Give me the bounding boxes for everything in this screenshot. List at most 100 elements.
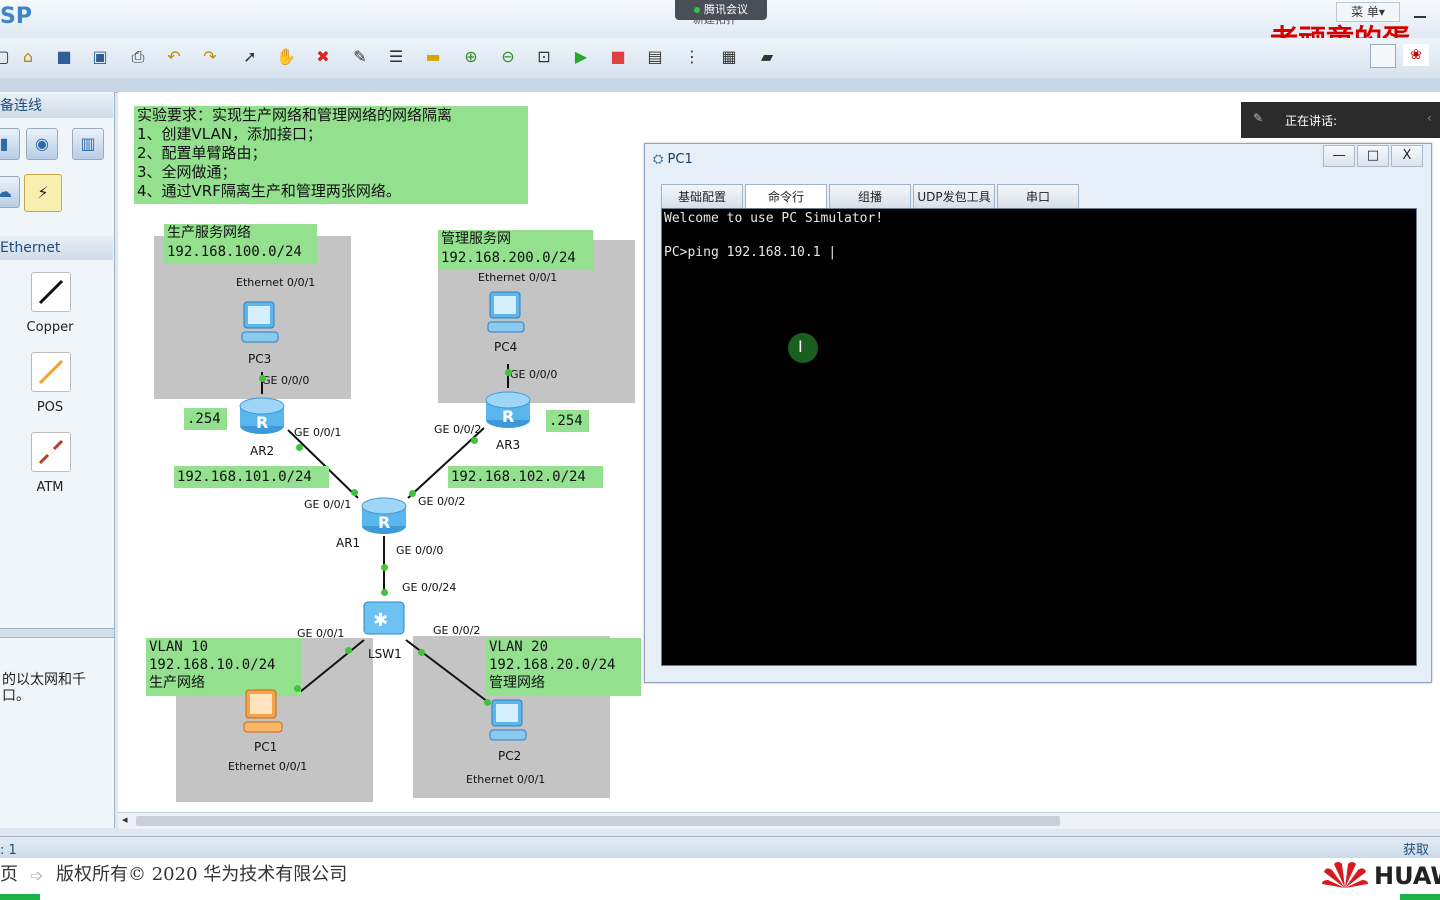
ar2-router-icon[interactable]: R bbox=[238, 394, 286, 436]
port-dot bbox=[484, 699, 491, 706]
tab-basic-config[interactable]: 基础配置 bbox=[661, 184, 743, 210]
atm-cable-icon[interactable] bbox=[31, 432, 71, 472]
footer-home-link[interactable]: 页 bbox=[0, 860, 18, 886]
requirement-item: 1、创建VLAN，添加接口； bbox=[137, 125, 322, 143]
pointer-icon[interactable]: ➚ bbox=[240, 47, 260, 67]
ar2-ge000-label: GE 0/0/0 bbox=[262, 374, 310, 387]
device-icon[interactable]: ▮ bbox=[0, 128, 20, 160]
pc2-port-label: Ethernet 0/0/1 bbox=[466, 773, 546, 786]
stop-icon[interactable]: ■ bbox=[608, 47, 628, 67]
cloud-icon[interactable]: ☁ bbox=[0, 176, 20, 208]
chat-icon[interactable] bbox=[1370, 44, 1396, 68]
svg-text:R: R bbox=[256, 413, 268, 432]
lsw1-label: LSW1 bbox=[368, 647, 402, 661]
prod-area-label: 生产服务网络 192.168.100.0/24 bbox=[164, 224, 317, 264]
requirement-item: 2、配置单臂路由； bbox=[137, 144, 267, 162]
zoom-out-icon[interactable]: ⊖ bbox=[498, 47, 518, 67]
tab-multicast[interactable]: 组播 bbox=[829, 184, 911, 210]
requirement-item: 4、通过VRF隔离生产和管理两张网络。 bbox=[137, 182, 401, 200]
port-dot bbox=[505, 369, 512, 376]
mgmt-area-subnet: 192.168.200.0/24 bbox=[441, 250, 576, 266]
port-dot bbox=[294, 685, 301, 692]
fit-icon[interactable]: ⊡ bbox=[534, 47, 554, 67]
collapse-icon[interactable]: ‹ bbox=[1427, 111, 1432, 125]
port-dot bbox=[471, 437, 478, 444]
close-button[interactable]: X bbox=[1391, 145, 1423, 167]
pc1-icon[interactable] bbox=[238, 686, 290, 738]
vlan20-subnet: 192.168.20.0/24 bbox=[489, 657, 616, 673]
minimize-button[interactable]: — bbox=[1323, 145, 1355, 167]
capture-icon[interactable]: ▤ bbox=[645, 47, 665, 67]
grid-icon[interactable]: ▦ bbox=[719, 47, 739, 67]
horizontal-scrollbar[interactable]: ◂ bbox=[118, 812, 1440, 829]
ar3-ge002-label: GE 0/0/2 bbox=[434, 423, 482, 436]
ribbon-strip bbox=[0, 78, 1440, 93]
port-dot bbox=[351, 489, 358, 496]
meeting-badge[interactable]: 腾讯会议 bbox=[675, 0, 767, 20]
rect-icon[interactable]: ▬ bbox=[423, 47, 443, 67]
ar1-router-icon[interactable]: R bbox=[360, 494, 408, 536]
maximize-button[interactable]: □ bbox=[1357, 145, 1389, 167]
pc4-label: PC4 bbox=[494, 340, 518, 354]
port-dot bbox=[409, 490, 416, 497]
ar3-ge000-label: GE 0/0/0 bbox=[510, 368, 558, 381]
ar2-host-label: .254 bbox=[184, 408, 227, 430]
pos-cable-icon[interactable] bbox=[31, 352, 71, 392]
command-console[interactable]: Welcome to use PC Simulator! PC>ping 192… bbox=[661, 208, 1417, 666]
mgmt-area-name: 管理服务网 bbox=[441, 231, 511, 247]
hand-icon[interactable]: ✋ bbox=[276, 47, 296, 67]
requirement-item: 3、全网做通； bbox=[137, 163, 237, 181]
copyright-text: 版权所有© 2020 华为技术有限公司 bbox=[56, 864, 348, 885]
copper-label: Copper bbox=[26, 320, 74, 335]
lsw-ge0024-label: GE 0/0/24 bbox=[402, 581, 457, 594]
tab-serial[interactable]: 串口 bbox=[997, 184, 1079, 210]
signal-icon bbox=[694, 7, 700, 13]
saveas-icon[interactable]: ▣ bbox=[90, 47, 110, 67]
pc3-port-label: Ethernet 0/0/1 bbox=[236, 276, 316, 289]
svg-text:R: R bbox=[502, 407, 514, 426]
speaking-label: 正在讲话: bbox=[1285, 114, 1338, 128]
vlan20-label: VLAN 20 192.168.20.0/24 管理网络 bbox=[486, 638, 641, 696]
toolbar: ▢ ⌂ ■ ▣ ⎙ ↶ ↷ ➚ ✋ ✖ ✎ ☰ ▬ ⊕ ⊖ ⊡ ▶ ■ ▤ ⋮ … bbox=[0, 38, 1440, 79]
port-dot bbox=[345, 647, 352, 654]
atm-label: ATM bbox=[36, 480, 64, 495]
mgmt-area-label: 管理服务网 192.168.200.0/24 bbox=[438, 230, 593, 270]
scroll-left-icon[interactable]: ◂ bbox=[122, 813, 128, 826]
redo-icon[interactable]: ↷ bbox=[200, 47, 220, 67]
delete-link-icon[interactable]: ✎ bbox=[350, 47, 370, 67]
copper-cable-icon[interactable] bbox=[31, 272, 71, 312]
terminal-icon[interactable]: ▰ bbox=[757, 47, 777, 67]
ar2-label: AR2 bbox=[250, 444, 275, 458]
firewall-icon[interactable]: ▥ bbox=[72, 128, 104, 160]
delete-icon[interactable]: ✖ bbox=[313, 47, 333, 67]
lsw1-switch-icon[interactable]: ✱ bbox=[362, 596, 406, 640]
ar1-label: AR1 bbox=[336, 536, 361, 550]
topology-icon[interactable]: ⋮ bbox=[682, 47, 702, 67]
pc4-icon[interactable] bbox=[480, 288, 532, 340]
pc1-window[interactable]: ⛭ PC1 — □ X 基础配置 命令行 组播 UDP发包工具 串口 Welco… bbox=[644, 143, 1432, 683]
port-dot bbox=[296, 444, 303, 451]
minimize-icon[interactable] bbox=[1410, 4, 1430, 22]
pc3-icon[interactable] bbox=[234, 298, 286, 350]
zoom-in-icon[interactable]: ⊕ bbox=[461, 47, 481, 67]
tab-command-line[interactable]: 命令行 bbox=[745, 184, 827, 210]
save-icon[interactable]: ■ bbox=[54, 47, 74, 67]
start-icon[interactable]: ▶ bbox=[571, 47, 591, 67]
home-icon[interactable]: ⌂ bbox=[18, 47, 38, 67]
ar3-router-icon[interactable]: R bbox=[484, 388, 532, 430]
tab-udp-tool[interactable]: UDP发包工具 bbox=[913, 184, 995, 210]
undo-icon[interactable]: ↶ bbox=[164, 47, 184, 67]
panel-divider[interactable] bbox=[0, 628, 114, 638]
print-icon[interactable]: ⎙ bbox=[128, 47, 148, 67]
cable-icon[interactable]: ⚡ bbox=[24, 174, 62, 212]
device-panel: 备连线 ▮ ◉ ▥ ☁ ⚡ Ethernet Copper POS ATM bbox=[0, 92, 115, 828]
new-icon[interactable]: ▢ bbox=[0, 47, 12, 67]
huawei-icon[interactable]: ❀ bbox=[1403, 44, 1429, 66]
wlan-icon[interactable]: ◉ bbox=[26, 128, 58, 160]
text-icon[interactable]: ☰ bbox=[386, 47, 406, 67]
pc2-label: PC2 bbox=[498, 749, 522, 763]
ar2-ar1-subnet: 192.168.101.0/24 bbox=[174, 466, 329, 488]
scrollbar-thumb[interactable] bbox=[136, 816, 1060, 826]
ar3-label: AR3 bbox=[496, 438, 521, 452]
cable-panel-header: Ethernet bbox=[0, 236, 113, 260]
